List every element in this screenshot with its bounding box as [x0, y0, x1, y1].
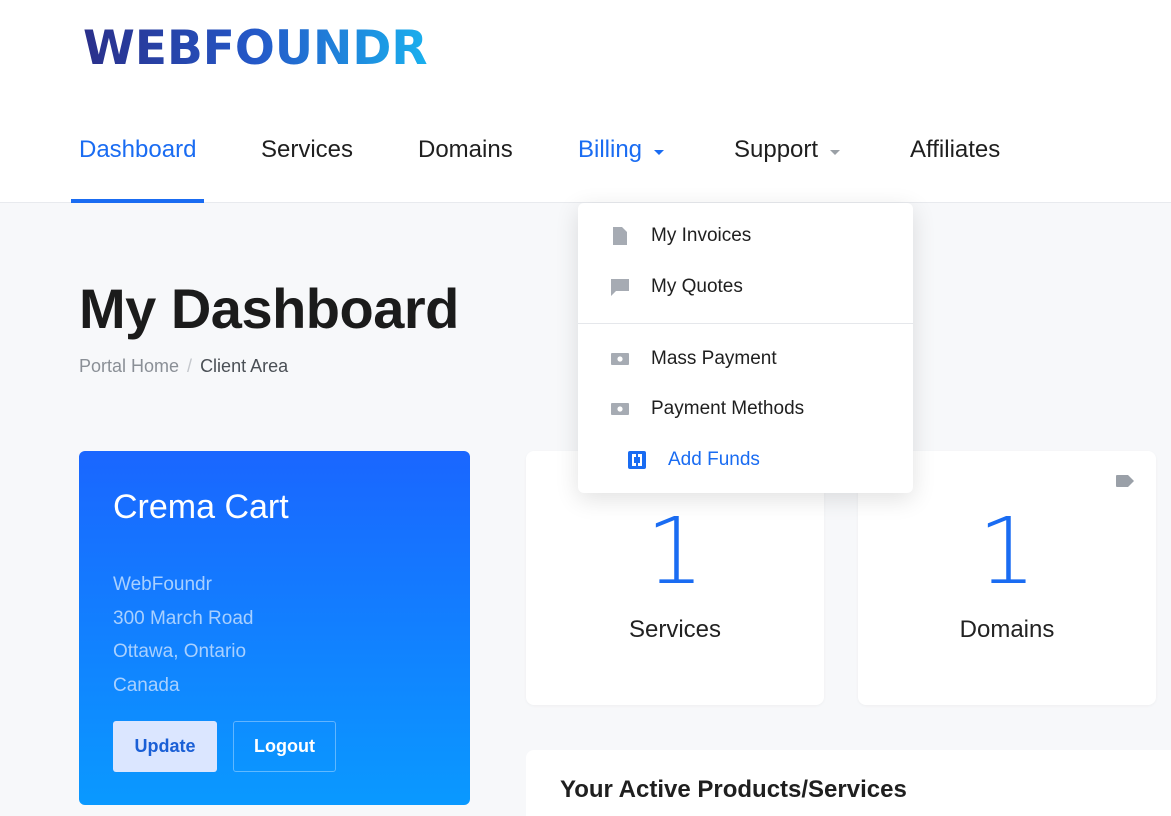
domains-label: Domains — [959, 616, 1055, 643]
address-line: Ottawa, Ontario — [113, 641, 247, 662]
caret-down-icon — [830, 150, 841, 155]
menu-label: Payment Methods — [651, 398, 805, 419]
nav-services[interactable]: Services — [261, 118, 353, 203]
caret-down-icon — [654, 150, 665, 155]
address-line: 300 March Road — [113, 607, 254, 629]
billing-dropdown: My Invoices My Quotes Mass Payment Payme… — [578, 203, 913, 493]
nav-affiliates-label: Affiliates — [910, 136, 1001, 163]
nav-dashboard[interactable]: Dashboard — [70, 118, 205, 203]
funds-icon — [628, 451, 646, 469]
update-button[interactable]: Update — [113, 721, 217, 772]
file-icon — [611, 227, 629, 245]
nav-support-label: Support — [734, 136, 819, 163]
services-count: 1 — [645, 498, 705, 605]
profile-card: Crema Cart WebFoundr 300 March Road Otta… — [79, 451, 470, 805]
services-label: Services — [628, 616, 722, 643]
comment-icon — [611, 278, 629, 296]
breadcrumb-client-area: Client Area — [200, 356, 289, 376]
menu-add-funds[interactable]: Add Funds — [578, 435, 913, 485]
nav-billing-label: Billing — [578, 136, 643, 163]
active-products-title: Your Active Products/Services — [560, 776, 907, 803]
main-nav: Dashboard Services Domains Billing Suppo… — [0, 118, 1171, 203]
breadcrumb-separator: / — [187, 356, 193, 376]
page-title: My Dashboard — [79, 277, 459, 340]
menu-payment-methods[interactable]: Payment Methods — [578, 384, 913, 434]
nav-services-label: Services — [261, 136, 354, 163]
nav-billing[interactable]: Billing — [578, 118, 665, 203]
menu-label: Mass Payment — [651, 348, 777, 369]
site-header: WEBFOUNDR Dashboard Services Domains Bil… — [0, 0, 1171, 203]
active-products-card: Your Active Products/Services — [526, 750, 1171, 816]
menu-label: My Quotes — [651, 276, 743, 297]
money-icon — [611, 350, 629, 368]
domains-count: 1 — [977, 498, 1037, 605]
logo-mark: WEBFOUNDR — [83, 26, 428, 70]
nav-dashboard-label: Dashboard — [79, 136, 197, 163]
nav-domains[interactable]: Domains — [418, 118, 513, 203]
tag-icon — [1116, 475, 1134, 487]
profile-name: Crema Cart — [113, 488, 289, 526]
menu-my-quotes[interactable]: My Quotes — [578, 262, 913, 312]
menu-label: My Invoices — [651, 225, 752, 246]
profile-address: WebFoundr 300 March Road Ottawa, Ontario… — [113, 568, 253, 702]
money-icon — [611, 400, 629, 418]
breadcrumb: Portal Home / Client Area — [79, 356, 288, 377]
address-line: Canada — [113, 674, 180, 696]
webfoundr-logo[interactable]: WEBFOUNDR — [83, 26, 463, 70]
menu-mass-payment[interactable]: Mass Payment — [578, 334, 913, 384]
menu-divider — [578, 323, 913, 324]
address-line: WebFoundr — [113, 574, 212, 595]
menu-my-invoices[interactable]: My Invoices — [578, 211, 913, 261]
nav-support[interactable]: Support — [734, 118, 841, 203]
menu-label: Add Funds — [668, 449, 760, 470]
nav-domains-label: Domains — [418, 136, 513, 163]
logout-button[interactable]: Logout — [233, 721, 336, 772]
nav-affiliates[interactable]: Affiliates — [910, 118, 1000, 203]
breadcrumb-portal-home[interactable]: Portal Home — [79, 356, 179, 377]
svg-text:WEBFOUNDR: WEBFOUNDR — [83, 26, 428, 70]
